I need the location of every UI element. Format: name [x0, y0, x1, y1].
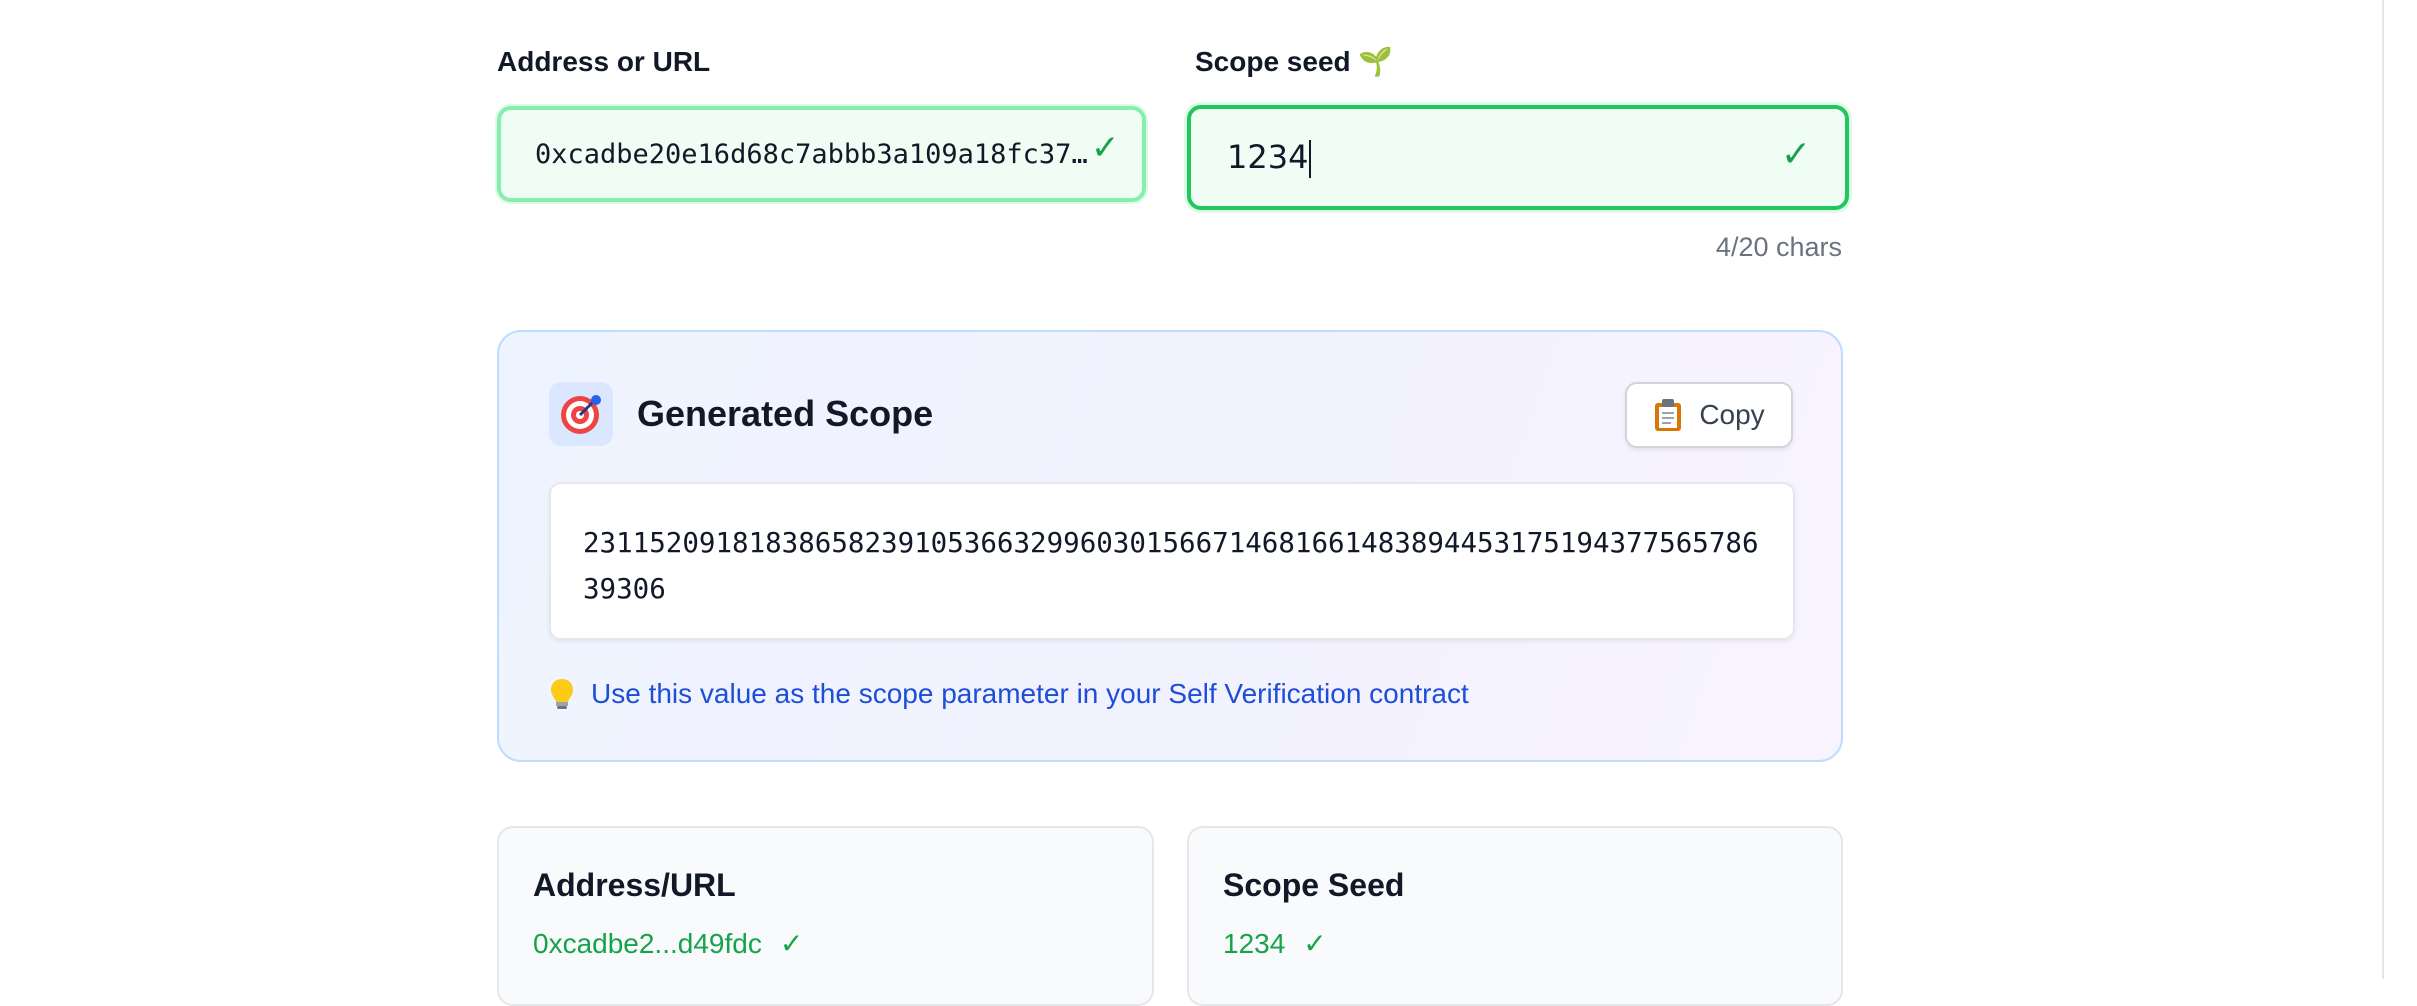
summary-address-card: Address/URL 0xcadbe2...d49fdc ✓	[497, 826, 1154, 1006]
summary-seed-title: Scope Seed	[1223, 867, 1405, 903]
summary-address-check-icon: ✓	[779, 928, 804, 959]
scope-hint: Use this value as the scope parameter in…	[549, 677, 1469, 711]
text-caret	[1309, 139, 1312, 178]
scope-value-box: 2311520918183865823910536632996030156671…	[549, 482, 1795, 640]
seed-label: Scope seed 🌱	[1195, 46, 1394, 77]
generated-scope-card: Generated Scope Copy 2311520918183865823…	[497, 330, 1843, 762]
seed-input-text: 1234	[1227, 137, 1309, 176]
address-valid-check-icon: ✓	[1091, 129, 1120, 167]
summary-seed-check-icon: ✓	[1303, 928, 1327, 959]
seed-input-value[interactable]: 1234	[1227, 137, 1312, 178]
address-input[interactable]: 0xcadbe20e16d68c7abbb3a109a18fc37d49fdc …	[497, 106, 1146, 202]
seed-char-count: 4/20 chars	[1715, 232, 1842, 262]
seed-valid-check-icon: ✓	[1781, 133, 1812, 174]
copy-button[interactable]: Copy	[1625, 382, 1793, 448]
summary-address-value: 0xcadbe2...d49fdc	[533, 928, 762, 959]
address-input-value[interactable]: 0xcadbe20e16d68c7abbb3a109a18fc37d49fdc	[535, 139, 1095, 170]
summary-address-title: Address/URL	[533, 867, 736, 903]
seed-input[interactable]: 1234 ✓	[1187, 105, 1849, 210]
scope-hint-text: Use this value as the scope parameter in…	[591, 678, 1469, 709]
page-scrollbar[interactable]	[2382, 0, 2417, 979]
summary-address-value-row: 0xcadbe2...d49fdc ✓	[533, 930, 803, 958]
summary-seed-value-row: 1234 ✓	[1223, 930, 1327, 958]
lightbulb-icon	[551, 679, 573, 709]
target-icon-graphic	[561, 395, 601, 434]
generated-scope-title: Generated Scope	[637, 393, 934, 434]
summary-seed-value: 1234	[1223, 928, 1286, 959]
target-icon	[549, 382, 613, 446]
scope-value: 2311520918183865823910536632996030156671…	[583, 527, 1759, 605]
clipboard-icon	[1655, 399, 1682, 431]
address-label: Address or URL	[497, 46, 711, 77]
summary-seed-card: Scope Seed 1234 ✓	[1187, 826, 1843, 1006]
copy-button-label: Copy	[1699, 399, 1765, 430]
